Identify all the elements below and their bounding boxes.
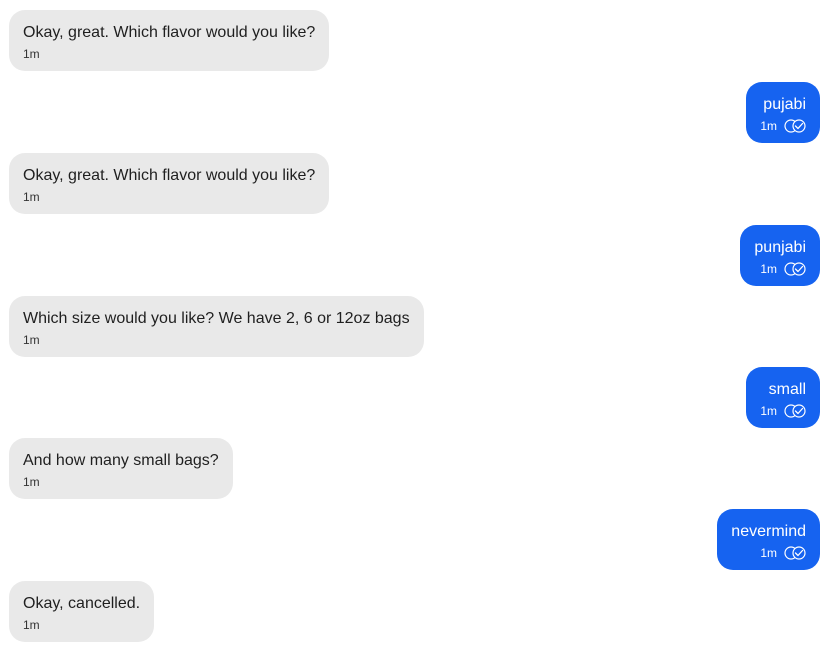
bot-message: Okay, great. Which flavor would you like… [9, 10, 330, 71]
message-text: punjabi [754, 239, 806, 256]
message-text: And how many small bags? [23, 452, 219, 469]
message-time: 1m [760, 546, 777, 560]
message-text: nevermind [731, 523, 806, 540]
double-check-icon [784, 119, 806, 133]
message-text: Okay, cancelled. [23, 595, 141, 612]
message-text: Okay, great. Which flavor would you like… [23, 167, 316, 184]
message-meta: 1m [23, 474, 219, 490]
bot-message: Okay, cancelled. 1m [9, 581, 155, 642]
message-meta: 1m [23, 617, 140, 633]
user-message: punjabi 1m [740, 225, 820, 286]
message-time: 1m [760, 404, 777, 418]
message-time: 1m [760, 119, 777, 133]
message-text: Okay, great. Which flavor would you like… [23, 24, 316, 41]
double-check-icon [784, 546, 806, 560]
user-message: pujabi 1m [746, 82, 820, 143]
message-meta: 1m [23, 46, 315, 62]
message-text: pujabi [763, 96, 806, 113]
message-meta: 1m [23, 332, 410, 348]
bot-message: And how many small bags? 1m [9, 438, 233, 499]
chat-transcript: Okay, great. Which flavor would you like… [0, 0, 824, 649]
bot-message: Which size would you like? We have 2, 6 … [9, 296, 424, 357]
user-message: small 1m [746, 367, 820, 428]
message-time: 1m [23, 333, 40, 347]
message-text: Which size would you like? We have 2, 6 … [23, 310, 410, 327]
user-message: nevermind 1m [717, 509, 820, 570]
message-time: 1m [23, 47, 40, 61]
message-meta: 1m [760, 403, 806, 419]
message-text: small [768, 381, 806, 398]
double-check-icon [784, 404, 806, 418]
bot-message: Okay, great. Which flavor would you like… [9, 153, 330, 214]
message-time: 1m [23, 618, 40, 632]
message-time: 1m [23, 475, 40, 489]
message-time: 1m [760, 262, 777, 276]
message-meta: 1m [754, 261, 806, 277]
message-meta: 1m [760, 118, 806, 134]
double-check-icon [784, 262, 806, 276]
message-meta: 1m [731, 545, 806, 561]
message-meta: 1m [23, 189, 315, 205]
read-receipt-icon-partial [758, 0, 808, 2]
message-time: 1m [23, 190, 40, 204]
